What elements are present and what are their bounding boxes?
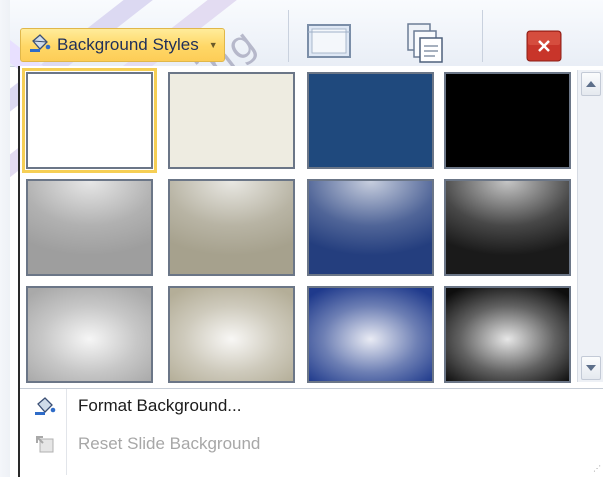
ribbon-separator — [482, 10, 483, 62]
scroll-down-icon[interactable] — [581, 356, 601, 380]
copy-slides-icon[interactable] — [402, 22, 446, 69]
reset-slide-background-label: Reset Slide Background — [78, 434, 261, 453]
format-background-menu-item[interactable]: Format Background... — [20, 388, 603, 424]
chevron-down-icon: ▼ — [208, 40, 218, 50]
background-style-thumbnail[interactable] — [444, 72, 571, 169]
close-icon[interactable] — [526, 30, 562, 67]
background-style-thumbnail[interactable] — [444, 179, 571, 276]
hide-background-graphics-icon[interactable] — [306, 22, 352, 65]
reset-background-icon — [30, 430, 60, 458]
paint-bucket-icon — [30, 392, 60, 420]
background-styles-label: Background Styles — [57, 35, 199, 54]
format-background-label: Format Background... — [78, 396, 242, 415]
background-style-thumbnail[interactable] — [26, 179, 153, 276]
gallery-scrollbar[interactable] — [577, 70, 603, 382]
ribbon-separator — [288, 10, 289, 62]
background-style-thumbnail[interactable] — [168, 179, 295, 276]
background-style-thumbnail[interactable] — [22, 68, 157, 173]
background-styles-dropdown: Format Background... Reset Slide Backgro… — [18, 66, 603, 477]
background-styles-button[interactable]: Background Styles ▼ — [20, 28, 225, 62]
background-style-thumbnail[interactable] — [307, 179, 434, 276]
scroll-track[interactable] — [581, 102, 601, 352]
background-style-thumbnail[interactable] — [26, 286, 153, 383]
paint-bucket-icon — [29, 33, 51, 58]
background-style-thumbnail[interactable] — [168, 286, 295, 383]
background-style-thumbnail[interactable] — [444, 286, 571, 383]
window-left-frame — [0, 0, 10, 477]
scroll-up-icon[interactable] — [581, 72, 601, 96]
background-style-thumbnail[interactable] — [307, 72, 434, 169]
background-styles-gallery — [22, 68, 572, 386]
resize-grip[interactable]: ⋰ — [593, 464, 601, 473]
background-style-thumbnail[interactable] — [307, 286, 434, 383]
reset-slide-background-menu-item[interactable]: Reset Slide Background — [20, 426, 603, 462]
background-style-thumbnail[interactable] — [168, 72, 295, 169]
